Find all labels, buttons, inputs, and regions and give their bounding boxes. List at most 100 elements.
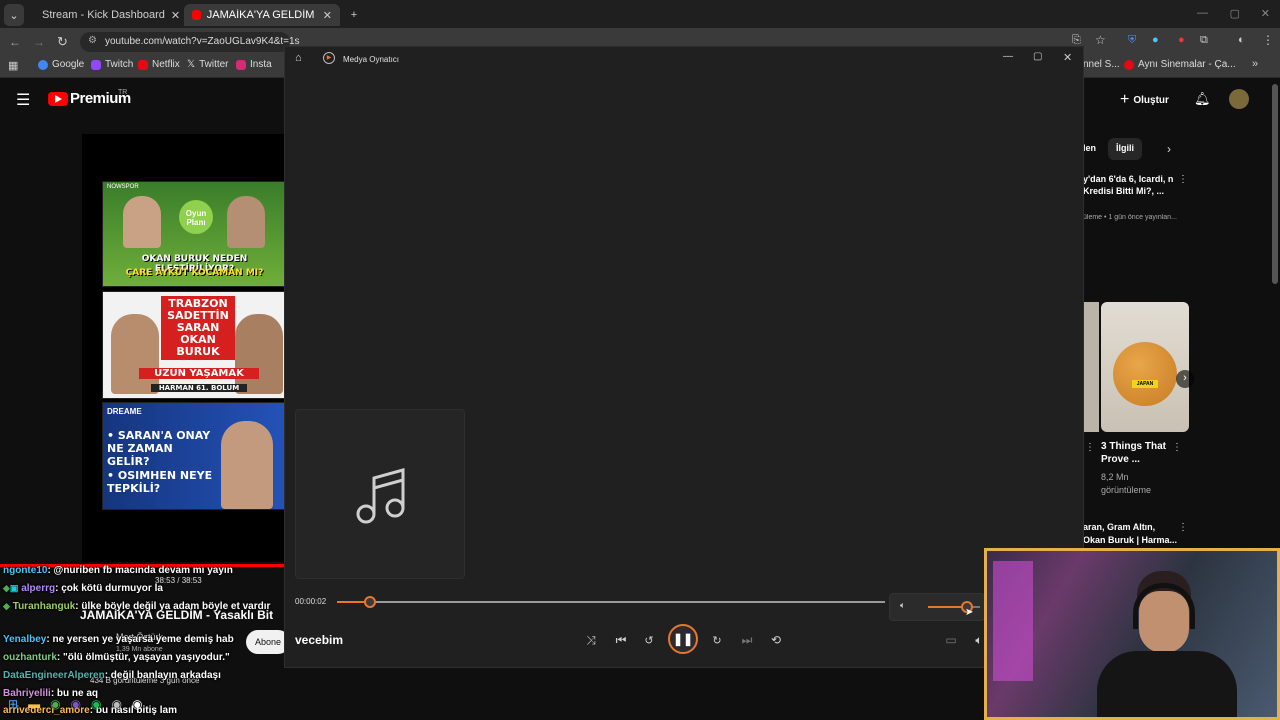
tab-search-button[interactable]: ⌄ (4, 4, 24, 26)
file-explorer-icon[interactable]: ▬ (28, 697, 40, 711)
tab-youtube[interactable]: JAMAİKA'YA GELDİM - Yasaklı E ✕ (184, 4, 340, 26)
more-vert-icon[interactable]: ⋮ (1172, 442, 1182, 453)
avatar[interactable] (1229, 89, 1249, 109)
bookmark-star-icon[interactable]: ☆ (1095, 33, 1106, 47)
reload-icon[interactable]: ↻ (57, 34, 68, 50)
chat-text: : @nuriben fb macında devam mı yayın (47, 565, 233, 576)
apps-grid-icon[interactable]: ▦ (8, 59, 18, 72)
repeat-off-icon[interactable]: ⟲ (766, 631, 786, 649)
hamburger-menu-icon[interactable]: ☰ (16, 90, 30, 110)
notifications-bell-icon[interactable]: 🔔︎ (1194, 91, 1211, 107)
bookmark-netflix[interactable]: Netflix (138, 59, 180, 70)
spotify-icon[interactable]: ◉ (91, 697, 101, 711)
shuffle-icon[interactable]: ⤨ (581, 631, 601, 649)
forward-icon[interactable]: → (33, 35, 45, 49)
chat-text: : değil banlayın arkadaşı (104, 670, 221, 681)
maximize-icon[interactable]: ▢ (1033, 51, 1042, 62)
forward-30-icon[interactable]: ↻ (707, 631, 727, 649)
windows-start-icon[interactable]: ⊞ (8, 697, 18, 711)
rec-title[interactable]: aran, Gram Altın, Okan Buruk | Harma... (1083, 521, 1179, 547)
thumb-sub: HARMAN 61. BÖLÜM (151, 384, 247, 392)
create-button[interactable]: + Oluştur (1120, 90, 1169, 110)
bookmark-channel[interactable]: nnel S... (1083, 59, 1120, 70)
badge-icon: ◆ (3, 601, 10, 611)
tab-kick[interactable]: Stream - Kick Dashboard ✕ (28, 4, 180, 26)
seek-thumb[interactable] (363, 596, 376, 608)
led-light (993, 561, 1033, 681)
chip-item[interactable]: len (1083, 138, 1100, 160)
extensions-puzzle-icon[interactable]: ⧉ (1200, 34, 1208, 47)
next-track-icon[interactable]: ⏭︎ (737, 631, 757, 649)
extension-red-icon[interactable]: ● (1178, 34, 1185, 46)
person-shirt (1097, 651, 1237, 717)
close-icon[interactable]: ✕ (323, 9, 332, 22)
rec-title[interactable]: y'dan 6'da 6, Icardi, n Kredisi Bitti Mi… (1083, 173, 1179, 197)
close-icon[interactable]: ✕ (1063, 51, 1072, 64)
endscreen-video-2[interactable]: TRABZON SADETTİN SARAN OKAN BURUK UZUN Y… (102, 291, 285, 399)
bookmark-label: Twitter (199, 59, 229, 70)
seek-bar[interactable] (337, 596, 885, 608)
minimize-icon[interactable]: — (1197, 7, 1208, 19)
chat-message: ◆ Turanhanguk: ülke böyle değil ya adam … (3, 601, 325, 612)
window-title: Medya Oynatıcı (343, 55, 400, 64)
new-tab-button[interactable]: + (344, 4, 364, 26)
profile-icon[interactable]: ◐ (1238, 34, 1245, 46)
chrome-icon[interactable]: ◉ (50, 697, 60, 711)
shorts-thumb[interactable]: JAPAN (1101, 302, 1189, 432)
tab-label: Stream - Kick Dashboard (42, 9, 165, 21)
rewind-10-icon[interactable]: ↺ (639, 631, 659, 649)
endscreen-video-3[interactable]: DREAME • SARAN'A ONAY NE ZAMAN GELİR? • … (102, 402, 285, 510)
youtube-logo-icon[interactable] (48, 92, 68, 106)
thumb-line1: • SARAN'A ONAY NE ZAMAN GELİR? (107, 429, 211, 468)
more-menu-icon[interactable]: ⋮ (1262, 33, 1274, 47)
minimize-icon[interactable]: — (1003, 51, 1013, 62)
media-player-taskbar-icon[interactable]: ◉ (132, 697, 142, 711)
person-image (111, 314, 159, 394)
region-code: TR (118, 89, 128, 96)
chat-message: ouzhanturk: "ölü ölmüştür, yaşayan yaşıy… (3, 652, 230, 663)
bookmark-google[interactable]: Google (38, 59, 84, 70)
chevron-right-icon[interactable]: › (1167, 142, 1171, 156)
extension-icon[interactable]: ● (1152, 34, 1159, 46)
bookmark-sinemalar[interactable]: Aynı Sinemalar - Ça... (1124, 59, 1236, 70)
thumb-line1: TRABZON SADETTİN SARAN OKAN BURUK (161, 296, 235, 360)
endscreen-video-1[interactable]: NOWSPOR Oyun Planı OKAN BURUK NEDEN ELEŞ… (102, 181, 285, 287)
music-note-icon (356, 468, 405, 524)
maximize-icon[interactable]: ▢ (1230, 7, 1240, 20)
more-vert-icon[interactable]: ⋮ (1178, 522, 1188, 533)
back-icon[interactable]: ← (9, 35, 21, 49)
shorts-title[interactable]: 3 Things That Prove ... (1101, 440, 1171, 466)
close-window-icon[interactable]: ✕ (1261, 7, 1270, 20)
youtube-icon (1124, 59, 1134, 70)
shorts-thumb-partial[interactable] (1083, 302, 1099, 432)
chip-item[interactable]: İlgili (1108, 138, 1143, 160)
bookmark-twitch[interactable]: Twitch (91, 59, 133, 70)
thumb-line2: • OSIMHEN NEYE TEPKİLİ? (107, 469, 213, 495)
speaker-icon[interactable]: 🔈︎ (900, 600, 905, 611)
miniplayer-icon[interactable]: ▭ (941, 631, 961, 649)
x-icon: 𝕏 (187, 59, 196, 70)
more-vert-icon[interactable]: ⋮ (1178, 174, 1188, 185)
create-label: Oluştur (1133, 94, 1169, 106)
previous-track-icon[interactable]: ⏮︎ (611, 631, 631, 649)
more-vert-icon[interactable]: ⋮ (1085, 442, 1095, 453)
home-icon[interactable]: ⌂ (295, 52, 302, 64)
bookmark-twitter[interactable]: 𝕏 Twitter (187, 59, 229, 70)
bookmark-insta[interactable]: Insta (236, 59, 272, 70)
page-scrollbar[interactable] (1272, 84, 1278, 284)
discord-icon[interactable]: ◉ (71, 697, 81, 711)
chat-message: ngonte10: @nuriben fb macında devam mı y… (3, 565, 233, 576)
youtube-icon (192, 10, 201, 20)
obs-icon[interactable]: ◉ (112, 697, 122, 711)
chat-user: alperrg (21, 583, 56, 594)
bookmark-label: Google (52, 59, 85, 70)
elapsed-time: 00:00:02 (295, 597, 327, 606)
more-bookmarks-icon[interactable]: » (1252, 58, 1258, 70)
carousel-next-icon[interactable]: › (1176, 370, 1194, 388)
taskbar: ⊞ ▬ ◉ ◉ ◉ ◉ ◉ (8, 694, 208, 714)
site-info-icon[interactable]: ⚙ (88, 35, 97, 46)
close-icon[interactable]: ✕ (171, 9, 180, 22)
address-bar[interactable]: ⚙ youtube.com/watch?v=ZaoUGLav9K4&t=1s (80, 32, 300, 52)
play-pause-button[interactable]: ❚❚ (668, 624, 698, 654)
extension-shield-icon[interactable]: ⛨ (1128, 34, 1136, 47)
